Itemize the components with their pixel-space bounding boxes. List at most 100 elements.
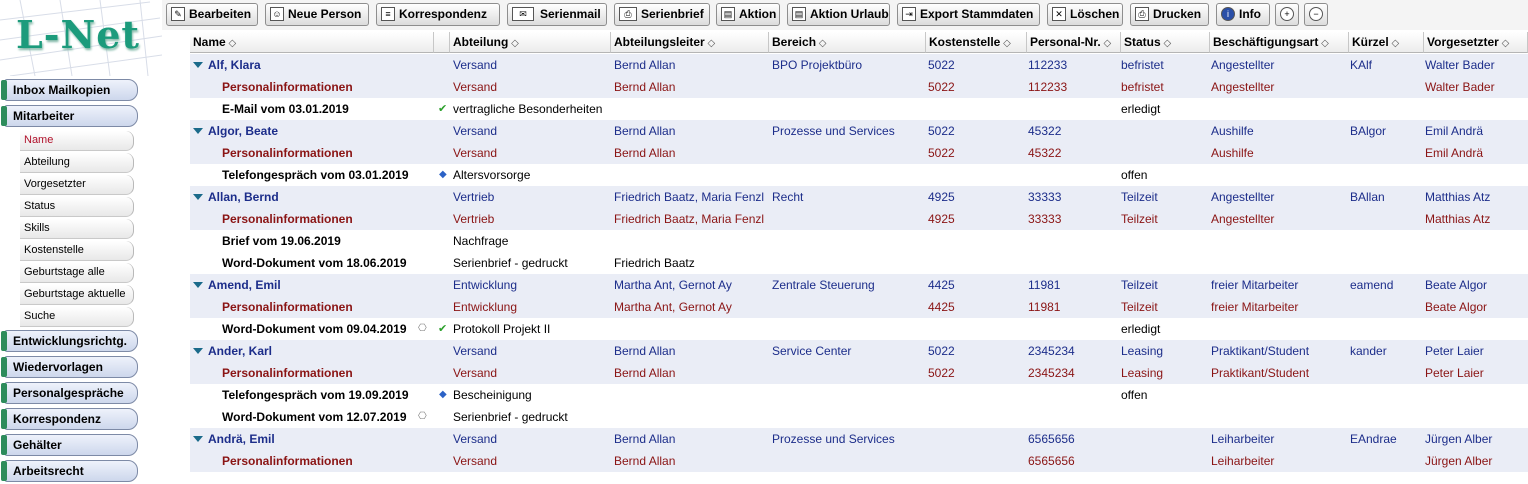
cell-personal-nr: 33333 — [1028, 190, 1062, 204]
activity-row[interactable]: Telefongespräch vom 19.09.2019 ◆ Bescheini… — [190, 384, 1528, 406]
personalinfo-row[interactable]: Personalinformationen Versand Bernd Allan 5… — [190, 76, 1528, 98]
cell-beschaeftigungsart — [1211, 406, 1347, 428]
column-header-label: Name — [193, 35, 226, 49]
cell-kostenstelle — [928, 164, 1026, 186]
subnav-skills[interactable]: Skills — [20, 219, 134, 239]
cell-kuerzel — [1350, 98, 1422, 120]
cell-vorgesetzter: Walter Bader — [1425, 80, 1495, 94]
subnav-kostenstelle[interactable]: Kostenstelle — [20, 241, 134, 261]
cell-abteilung: Serienbrief - gedruckt — [453, 410, 568, 424]
cell-abteilungsleiter — [614, 98, 769, 120]
activity-row[interactable]: Word-Dokument vom 09.04.2019 ⎔ ✔ Protokoll … — [190, 318, 1528, 340]
subnav-geburtstage-alle[interactable]: Geburtstage alle — [20, 263, 134, 283]
personalinfo-row[interactable]: Personalinformationen Vertrieb Friedrich B… — [190, 208, 1528, 230]
edit-icon: ✎ — [171, 7, 185, 21]
column-header-abteilungsleiter[interactable]: Abteilungsleiter ◇ — [611, 32, 769, 53]
info-icon: i — [1221, 7, 1235, 21]
name-text: Andrä, Emil — [208, 432, 275, 446]
aktion-urlaub-button[interactable]: ▤ Aktion Urlaub — [787, 3, 890, 26]
cell-name: Telefongespräch vom 19.09.2019 — [193, 384, 447, 406]
nav-gehaelter[interactable]: Gehälter — [1, 434, 138, 456]
aktion-button[interactable]: ▤ Aktion — [716, 3, 780, 26]
activity-row[interactable]: Word-Dokument vom 12.07.2019 ⎔ Serienbrief… — [190, 406, 1528, 428]
cell-abteilungsleiter — [614, 230, 769, 252]
collapse-triangle-icon[interactable] — [193, 435, 203, 442]
sort-icon: ◇ — [1160, 38, 1172, 49]
activity-row[interactable]: Word-Dokument vom 18.06.2019 Serienbrief … — [190, 252, 1528, 274]
korrespondenz-button[interactable]: ≡ Korrespondenz — [376, 3, 500, 26]
subnav-vorgesetzter[interactable]: Vorgesetzter — [20, 175, 134, 195]
nav-wiedervorlagen[interactable]: Wiedervorlagen — [1, 356, 138, 378]
personalinfo-row[interactable]: Personalinformationen Versand Bernd Allan 6… — [190, 450, 1528, 472]
nav-mitarbeiter[interactable]: Mitarbeiter — [1, 105, 138, 127]
column-header-abteilung[interactable]: Abteilung ◇ — [450, 32, 611, 53]
cell-personal-nr: 6565656 — [1028, 454, 1075, 468]
logo-text: L-Net — [16, 12, 140, 57]
cell-bereich — [772, 142, 926, 164]
nav-stripe — [1, 106, 7, 126]
column-header-personal-nr[interactable]: Personal-Nr. ◇ — [1027, 32, 1121, 53]
collapse-triangle-icon[interactable] — [193, 61, 203, 68]
activity-row[interactable]: Telefongespräch vom 03.01.2019 ◆ Altersvor… — [190, 164, 1528, 186]
cell-abteilung: Versand — [453, 366, 498, 380]
column-header-name[interactable]: Name ◇ — [190, 32, 434, 53]
column-header-kostenstelle[interactable]: Kostenstelle ◇ — [926, 32, 1027, 53]
cell-personal-nr: 112233 — [1028, 58, 1068, 72]
collapse-triangle-icon[interactable] — [193, 127, 203, 134]
subnav-name[interactable]: Name — [20, 131, 134, 151]
cell-kostenstelle: 5022 — [928, 124, 955, 138]
serienmail-button[interactable]: ✉ Serienmail — [507, 3, 607, 26]
loeschen-button[interactable]: ✕ Löschen — [1047, 3, 1123, 26]
action-icon: ▤ — [721, 7, 735, 21]
drucken-button[interactable]: ⎙ Drucken — [1130, 3, 1209, 26]
serienbrief-button[interactable]: ⎙ Serienbrief — [614, 3, 710, 26]
subnav-suche[interactable]: Suche — [20, 307, 134, 327]
cell-abteilung: Altersvorsorge — [453, 168, 531, 182]
subnav-label: Geburtstage alle — [24, 266, 105, 278]
nav-personalgespraeche[interactable]: Personalgespräche — [1, 382, 138, 404]
subnav-geburtstage-aktuelle[interactable]: Geburtstage aktuelle — [20, 285, 134, 305]
cell-kuerzel — [1350, 230, 1422, 252]
collapse-all-button[interactable]: − — [1304, 3, 1328, 26]
activity-row[interactable]: E-Mail vom 03.01.2019 ✔ vertragliche Beson… — [190, 98, 1528, 120]
button-label: Aktion Urlaub — [810, 7, 889, 21]
column-header-bereich[interactable]: Bereich ◇ — [769, 32, 926, 53]
activity-row[interactable]: Brief vom 19.06.2019 Nachfrage — [190, 230, 1528, 252]
subnav-abteilung[interactable]: Abteilung — [20, 153, 134, 173]
cell-name: Alf, Klara — [193, 54, 418, 76]
employee-row[interactable]: Amend, Emil Entwicklung Martha Ant, Gernot… — [190, 274, 1528, 296]
cell-name: Word-Dokument vom 09.04.2019 — [193, 318, 447, 340]
collapse-triangle-icon[interactable] — [193, 347, 203, 354]
collapse-triangle-icon[interactable] — [193, 193, 203, 200]
subnav-status[interactable]: Status — [20, 197, 134, 217]
collapse-triangle-icon[interactable] — [193, 281, 203, 288]
info-button[interactable]: i Info — [1216, 3, 1270, 26]
cell-bereich — [772, 252, 926, 274]
column-header-status[interactable]: Status ◇ — [1121, 32, 1210, 53]
employee-row[interactable]: Ander, Karl Versand Bernd Allan Service Cen… — [190, 340, 1528, 362]
cell-personal-nr: 6565656 — [1028, 432, 1075, 446]
personalinfo-row[interactable]: Personalinformationen Versand Bernd Allan 5… — [190, 142, 1528, 164]
cell-kuerzel — [1350, 318, 1422, 340]
sort-icon: ◇ — [225, 38, 237, 49]
nav-entwicklungsrichtg[interactable]: Entwicklungsrichtg. — [1, 330, 138, 352]
cell-status: Teilzeit — [1121, 190, 1158, 204]
employee-row[interactable]: Alf, Klara Versand Bernd Allan BPO Projektb… — [190, 54, 1528, 76]
neue-person-button[interactable]: ☺ Neue Person — [265, 3, 369, 26]
column-header-vorgesetzter[interactable]: Vorgesetzter ◇ — [1424, 32, 1528, 53]
nav-inbox-mailkopien[interactable]: Inbox Mailkopien — [1, 79, 138, 101]
personalinfo-row[interactable]: Personalinformationen Entwicklung Martha A… — [190, 296, 1528, 318]
cell-abteilung: Versand — [453, 454, 498, 468]
nav-arbeitsrecht[interactable]: Arbeitsrecht — [1, 460, 138, 482]
employee-row[interactable]: Algor, Beate Versand Bernd Allan Prozesse u… — [190, 120, 1528, 142]
employee-row[interactable]: Allan, Bernd Vertrieb Friedrich Baatz, Mar… — [190, 186, 1528, 208]
export-stammdaten-button[interactable]: ⇥ Export Stammdaten — [897, 3, 1040, 26]
column-header-kuerzel[interactable]: Kürzel ◇ — [1349, 32, 1424, 53]
expand-all-button[interactable]: + — [1275, 3, 1299, 26]
employee-row[interactable]: Andrä, Emil Versand Bernd Allan Prozesse un… — [190, 428, 1528, 450]
cell-kuerzel — [1350, 208, 1422, 230]
personalinfo-row[interactable]: Personalinformationen Versand Bernd Allan 5… — [190, 362, 1528, 384]
bearbeiten-button[interactable]: ✎ Bearbeiten — [166, 3, 258, 26]
column-header-beschaeftigungsart[interactable]: Beschäftigungsart ◇ — [1210, 32, 1349, 53]
nav-korrespondenz[interactable]: Korrespondenz — [1, 408, 138, 430]
